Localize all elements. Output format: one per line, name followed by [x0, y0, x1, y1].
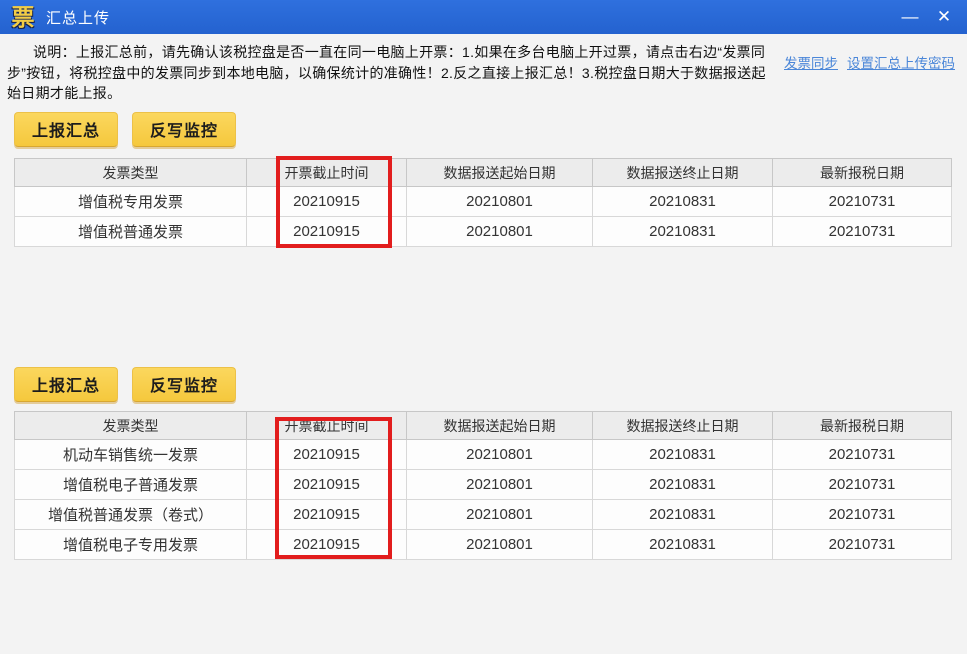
- table-row: 增值税普通发票 20210915 20210801 20210831 20210…: [14, 216, 952, 247]
- invoice-table-2: 发票类型 开票截止时间 数据报送起始日期 数据报送终止日期 最新报税日期 机动车…: [14, 411, 952, 560]
- cell: 20210831: [592, 216, 773, 247]
- table-row: 增值税电子专用发票 20210915 20210801 20210831 202…: [14, 529, 952, 560]
- invoice-sync-link[interactable]: 发票同步: [784, 52, 838, 72]
- highlight-box-deadline-table1: [276, 156, 392, 248]
- button-row-1: 上报汇总 反写监控: [14, 112, 237, 147]
- cell: 20210801: [406, 216, 593, 247]
- report-summary-button-1[interactable]: 上报汇总: [14, 112, 119, 147]
- cell: 20210801: [406, 439, 593, 470]
- writeback-monitor-button-2[interactable]: 反写监控: [132, 367, 237, 402]
- cell: 20210731: [772, 529, 952, 560]
- notice-text: 说明：上报汇总前，请先确认该税控盘是否一直在同一电脑上开票：1.如果在多台电脑上…: [7, 44, 766, 101]
- col-latest-tax-date: 最新报税日期: [772, 411, 952, 440]
- writeback-monitor-button-1[interactable]: 反写监控: [132, 112, 237, 147]
- window-title: 汇总上传: [46, 9, 111, 27]
- col-latest-tax-date: 最新报税日期: [772, 158, 952, 187]
- cell: 20210831: [592, 499, 773, 530]
- cell: 20210831: [592, 469, 773, 500]
- cell: 增值税专用发票: [14, 186, 247, 217]
- cell: 机动车销售统一发票: [14, 439, 247, 470]
- set-upload-password-link[interactable]: 设置汇总上传密码: [847, 52, 955, 72]
- app-logo-icon: 票: [11, 4, 35, 30]
- cell: 20210801: [406, 499, 593, 530]
- col-invoice-type: 发票类型: [14, 158, 247, 187]
- invoice-table-1: 发票类型 开票截止时间 数据报送起始日期 数据报送终止日期 最新报税日期 增值税…: [14, 158, 952, 247]
- cell: 20210801: [406, 529, 593, 560]
- table-row: 增值税普通发票（卷式） 20210915 20210801 20210831 2…: [14, 499, 952, 530]
- col-report-end-date: 数据报送终止日期: [592, 411, 773, 440]
- table-row: 增值税电子普通发票 20210915 20210801 20210831 202…: [14, 469, 952, 500]
- cell: 20210831: [592, 439, 773, 470]
- cell: 增值税普通发票（卷式）: [14, 499, 247, 530]
- highlight-box-deadline-table2: [275, 417, 392, 559]
- cell: 20210731: [772, 439, 952, 470]
- link-group: 发票同步 设置汇总上传密码: [784, 52, 955, 72]
- minimize-button[interactable]: —: [897, 5, 923, 29]
- cell: 增值税普通发票: [14, 216, 247, 247]
- cell: 20210731: [772, 186, 952, 217]
- cell: 20210801: [406, 469, 593, 500]
- cell: 增值税电子普通发票: [14, 469, 247, 500]
- cell: 20210831: [592, 529, 773, 560]
- cell: 20210731: [772, 499, 952, 530]
- col-report-start-date: 数据报送起始日期: [406, 411, 593, 440]
- window-controls: — ✕: [897, 5, 957, 29]
- col-report-end-date: 数据报送终止日期: [592, 158, 773, 187]
- report-summary-button-2[interactable]: 上报汇总: [14, 367, 119, 402]
- table-row: 增值税专用发票 20210915 20210801 20210831 20210…: [14, 186, 952, 217]
- col-report-start-date: 数据报送起始日期: [406, 158, 593, 187]
- table-row: 机动车销售统一发票 20210915 20210801 20210831 202…: [14, 439, 952, 470]
- cell: 20210801: [406, 186, 593, 217]
- cell: 20210731: [772, 216, 952, 247]
- cell: 增值税电子专用发票: [14, 529, 247, 560]
- table2-header-row: 发票类型 开票截止时间 数据报送起始日期 数据报送终止日期 最新报税日期: [14, 411, 952, 440]
- button-row-2: 上报汇总 反写监控: [14, 367, 237, 402]
- table1-header-row: 发票类型 开票截止时间 数据报送起始日期 数据报送终止日期 最新报税日期: [14, 158, 952, 187]
- title-bar: 票 汇总上传 — ✕: [0, 0, 967, 34]
- close-button[interactable]: ✕: [931, 5, 957, 29]
- col-invoice-type: 发票类型: [14, 411, 247, 440]
- cell: 20210831: [592, 186, 773, 217]
- cell: 20210731: [772, 469, 952, 500]
